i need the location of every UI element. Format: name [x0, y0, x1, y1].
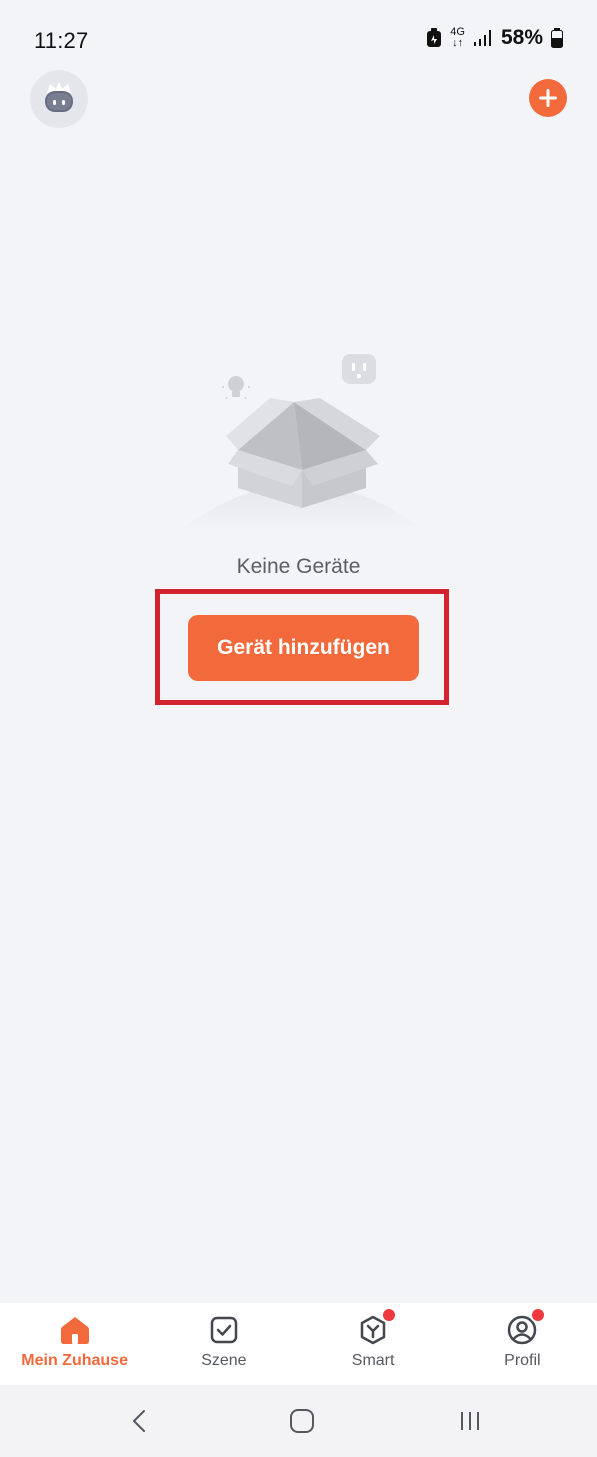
tab-label: Szene: [201, 1352, 247, 1369]
smart-badge: [381, 1307, 398, 1323]
robot-avatar-icon: [45, 82, 73, 112]
battery-percent: 58%: [500, 26, 543, 49]
tab-profil[interactable]: Profil: [448, 1303, 597, 1385]
back-button[interactable]: [118, 1399, 162, 1443]
signal-icon: [473, 30, 491, 46]
recents-button[interactable]: [448, 1399, 492, 1443]
network-arrows: ↓↑: [452, 37, 464, 49]
tab-label: Mein Zuhause: [21, 1352, 128, 1369]
open-box-icon: [178, 354, 426, 532]
chevron-left-icon: [133, 1410, 145, 1432]
home-icon: [60, 1317, 89, 1344]
rounded-square-icon: [290, 1409, 314, 1433]
three-bars-icon: [461, 1412, 479, 1430]
plus-icon: [539, 89, 557, 107]
battery-saver-icon: [427, 28, 442, 47]
system-nav-bar: [0, 1385, 597, 1457]
profil-badge: [530, 1307, 547, 1323]
socket-icon: [342, 354, 376, 384]
home-nav-button[interactable]: [280, 1399, 324, 1443]
status-icons: 4G ↓↑ 58%: [426, 26, 563, 50]
add-device-button[interactable]: Gerät hinzufügen: [188, 615, 419, 681]
network-indicator: 4G ↓↑: [450, 27, 465, 49]
tab-mein-zuhause[interactable]: Mein Zuhause: [0, 1303, 149, 1385]
status-time: 11:27: [34, 28, 89, 53]
status-bar: 11:27 4G ↓↑ 58%: [0, 0, 597, 70]
battery-icon: [551, 28, 563, 48]
tab-bar: Mein Zuhause Szene Smart Profil: [0, 1303, 597, 1385]
tab-szene[interactable]: Szene: [149, 1303, 298, 1385]
empty-state-message: Keine Geräte: [236, 555, 361, 578]
avatar[interactable]: [30, 70, 88, 128]
tab-label: Smart: [351, 1352, 395, 1369]
tab-label: Profil: [504, 1352, 541, 1369]
checkbox-icon: [210, 1316, 238, 1344]
lightbulb-icon: [222, 376, 250, 400]
tab-smart[interactable]: Smart: [299, 1303, 448, 1385]
add-button[interactable]: [529, 79, 567, 117]
